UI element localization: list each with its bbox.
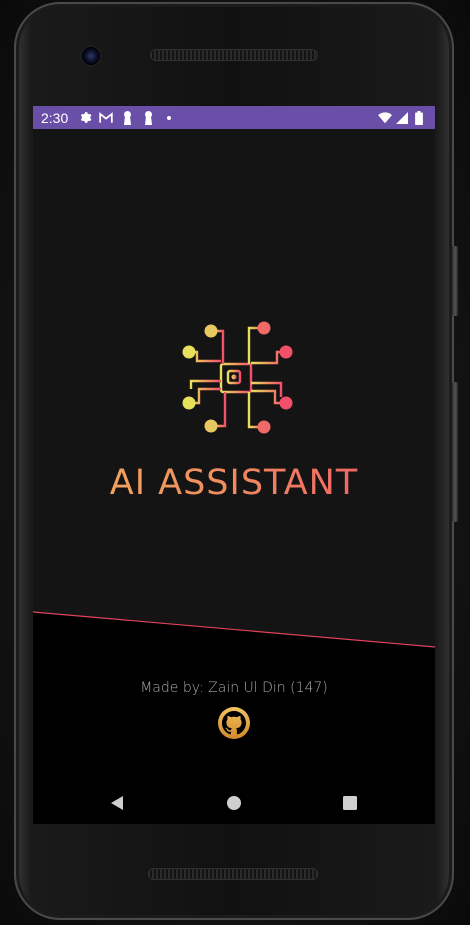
status-bar: 2:30 xyxy=(33,106,435,129)
recents-icon[interactable] xyxy=(338,791,362,815)
screen: 2:30 AI ASSISTANT Made by: Zain Ul Din (… xyxy=(33,106,435,824)
gmail-icon xyxy=(99,110,113,126)
keyhole-icon xyxy=(120,110,134,126)
front-camera xyxy=(82,47,100,65)
earpiece-speaker xyxy=(150,49,318,61)
bottom-speaker xyxy=(148,868,318,880)
credits-text: Made by: Zain Ul Din (147) xyxy=(140,680,328,696)
dot-icon xyxy=(162,110,176,126)
wifi-icon xyxy=(378,110,392,126)
back-icon[interactable] xyxy=(105,791,129,815)
battery-icon xyxy=(412,110,426,126)
volume-button xyxy=(452,382,458,522)
signal-icon xyxy=(395,110,409,126)
status-right-group xyxy=(378,110,429,126)
settings-icon xyxy=(78,110,92,126)
app-area: AI ASSISTANT Made by: Zain Ul Din (147) xyxy=(33,129,435,824)
github-icon[interactable] xyxy=(217,706,251,740)
page: 2:30 AI ASSISTANT Made by: Zain Ul Din (… xyxy=(0,0,470,925)
keyhole-icon xyxy=(141,110,155,126)
app-title: AI ASSISTANT xyxy=(33,463,435,503)
power-button xyxy=(452,246,458,316)
status-time: 2:30 xyxy=(41,109,69,126)
ai-circuit-chip-logo xyxy=(182,321,293,434)
navigation-bar xyxy=(33,779,435,824)
home-icon[interactable] xyxy=(222,791,246,815)
